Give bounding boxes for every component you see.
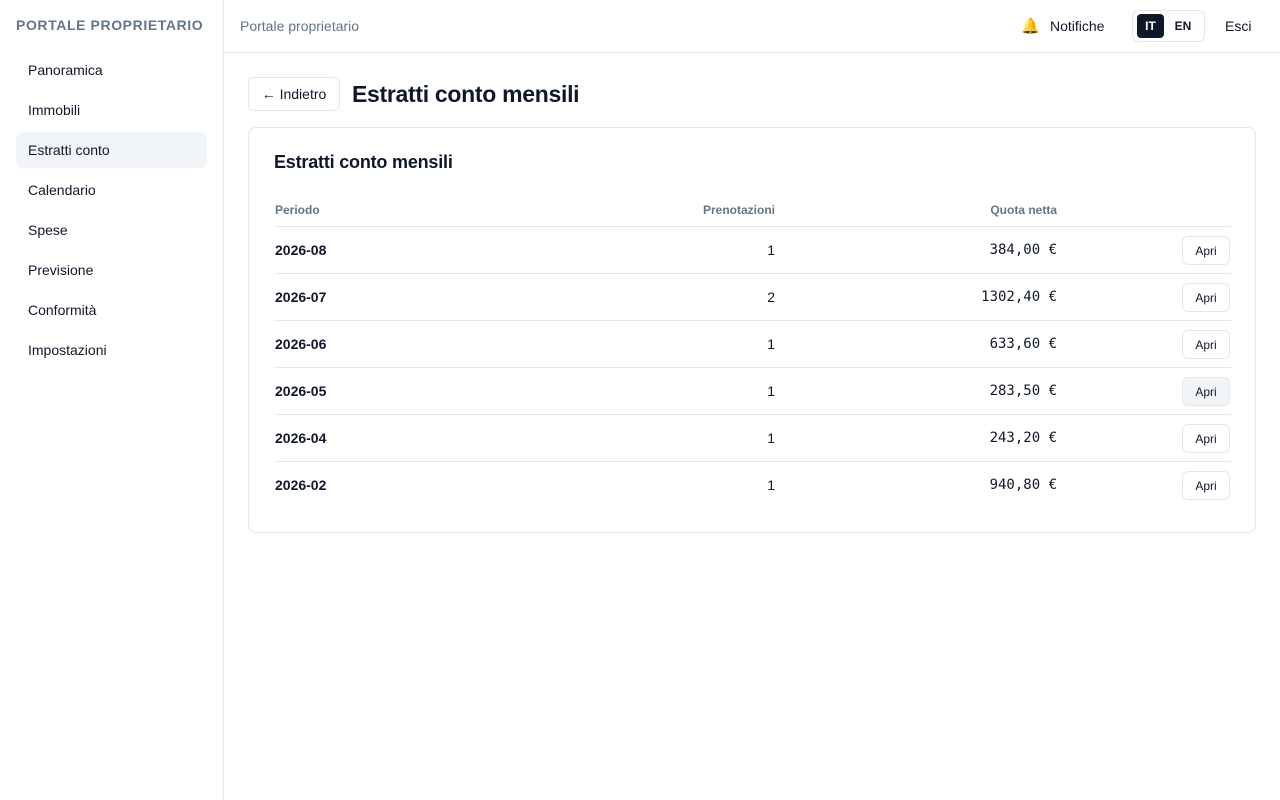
sidebar-item-previsione[interactable]: Previsione — [16, 252, 207, 288]
cell-prenotazioni: 1 — [767, 477, 775, 493]
sidebar-item-impostazioni[interactable]: Impostazioni — [16, 332, 207, 368]
lang-en-button[interactable]: EN — [1170, 14, 1196, 38]
column-header-prenotazioni: Prenotazioni — [702, 203, 775, 217]
sidebar-item-conformita[interactable]: Conformità — [16, 292, 207, 328]
column-header-periodo: Periodo — [275, 203, 320, 217]
sidebar-item-calendario[interactable]: Calendario — [16, 172, 207, 208]
table-row: 2026-02 1 940,80 € Apri — [274, 462, 1231, 509]
brand-title: PORTALE PROPRIETARIO — [16, 17, 204, 33]
cell-periodo: 2026-06 — [275, 336, 327, 352]
cell-quota: 633,60 € — [989, 336, 1057, 352]
cell-prenotazioni: 2 — [767, 289, 775, 305]
table-row: 2026-06 1 633,60 € Apri — [274, 321, 1231, 368]
cell-periodo: 2026-07 — [275, 289, 327, 305]
sidebar-nav: Panoramica Immobili Estratti conto Calen… — [16, 52, 207, 372]
sidebar-item-panoramica[interactable]: Panoramica — [16, 52, 207, 88]
card-title: Estratti conto mensili — [274, 152, 453, 172]
cell-periodo: 2026-08 — [275, 242, 327, 258]
statements-card: Estratti conto mensili Periodo Prenotazi… — [248, 127, 1256, 533]
back-button[interactable]: ← Indietro — [248, 77, 340, 111]
open-button[interactable]: Apri — [1182, 236, 1230, 265]
sidebar-item-spese[interactable]: Spese — [16, 212, 207, 248]
bell-icon: 🔔 — [1021, 18, 1040, 35]
table-row: 2026-04 1 243,20 € Apri — [274, 415, 1231, 462]
table-row: 2026-05 1 283,50 € Apri — [274, 368, 1231, 415]
sidebar: PORTALE PROPRIETARIO Panoramica Immobili… — [0, 0, 224, 800]
open-button[interactable]: Apri — [1182, 283, 1230, 312]
column-header-quota: Quota netta — [990, 203, 1057, 217]
table-row: 2026-07 2 1302,40 € Apri — [274, 274, 1231, 321]
cell-quota: 283,50 € — [989, 383, 1057, 399]
notifications-label: Notifiche — [1050, 18, 1105, 34]
cell-prenotazioni: 1 — [767, 242, 775, 258]
cell-quota: 1302,40 € — [981, 289, 1057, 305]
lang-it-button[interactable]: IT — [1137, 14, 1164, 38]
top-bar: Portale proprietario 🔔 Notifiche IT EN E… — [224, 0, 1280, 53]
page-title: Estratti conto mensili — [352, 81, 580, 107]
open-button[interactable]: Apri — [1182, 377, 1230, 406]
statements-table: Periodo Prenotazioni Quota netta 2026-08… — [274, 199, 1231, 509]
cell-periodo: 2026-04 — [275, 430, 327, 446]
cell-quota: 243,20 € — [989, 430, 1057, 446]
cell-periodo: 2026-02 — [275, 477, 327, 493]
cell-periodo: 2026-05 — [275, 383, 327, 399]
sidebar-item-immobili[interactable]: Immobili — [16, 92, 207, 128]
cell-quota: 940,80 € — [989, 477, 1057, 493]
open-button[interactable]: Apri — [1182, 330, 1230, 359]
cell-prenotazioni: 1 — [767, 430, 775, 446]
cell-quota: 384,00 € — [989, 242, 1057, 258]
open-button[interactable]: Apri — [1182, 471, 1230, 500]
language-switcher: IT EN — [1132, 10, 1205, 42]
sidebar-item-estratti-conto[interactable]: Estratti conto — [16, 132, 207, 168]
cell-prenotazioni: 1 — [767, 383, 775, 399]
table-row: 2026-08 1 384,00 € Apri — [274, 227, 1231, 274]
breadcrumb: Portale proprietario — [240, 18, 360, 34]
logout-button[interactable]: Esci — [1225, 18, 1251, 34]
cell-prenotazioni: 1 — [767, 336, 775, 352]
open-button[interactable]: Apri — [1182, 424, 1230, 453]
table-header: Periodo Prenotazioni Quota netta — [274, 199, 1231, 227]
notifications-button[interactable]: 🔔 Notifiche — [1021, 15, 1104, 37]
